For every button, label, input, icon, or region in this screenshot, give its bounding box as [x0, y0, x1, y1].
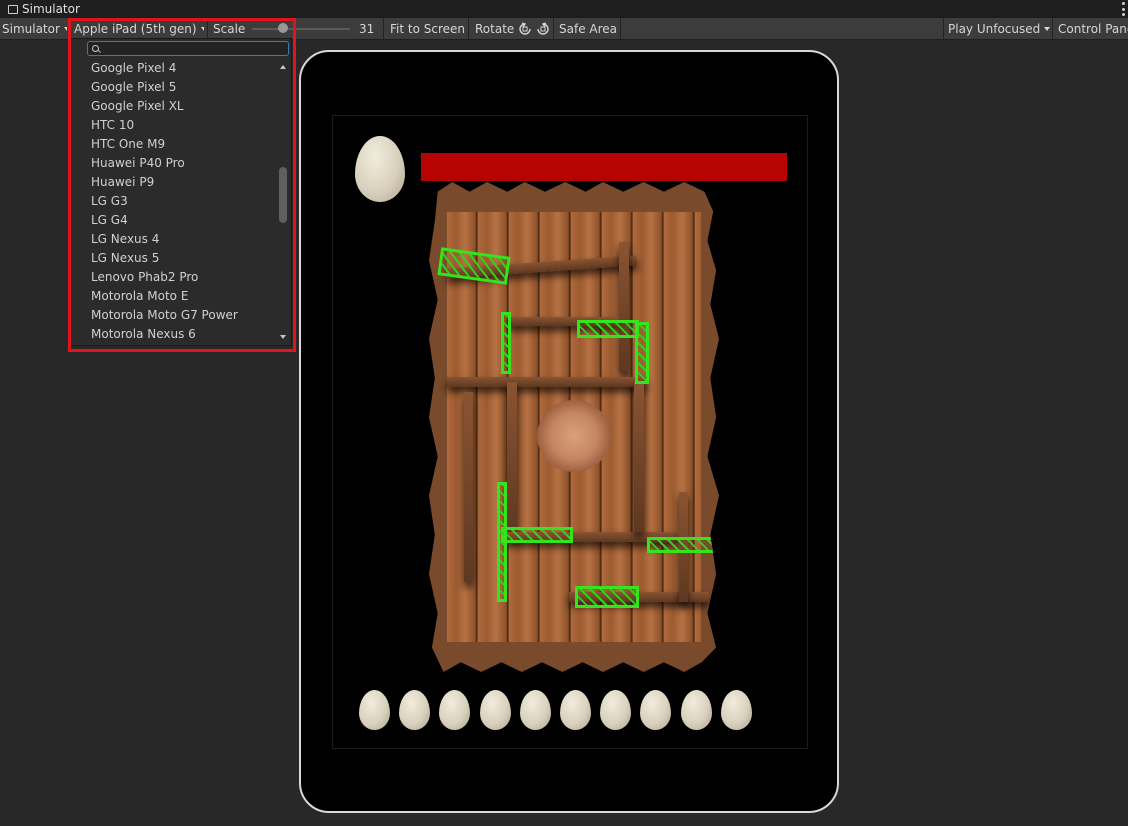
egg-icon	[680, 690, 712, 730]
rotate-left-icon	[519, 21, 531, 35]
play-mode-label: Play Unfocused	[948, 21, 1041, 36]
window-menu-icon[interactable]	[1122, 2, 1125, 16]
scroll-down-icon[interactable]	[280, 335, 286, 339]
green-platform	[635, 322, 649, 384]
egg-icon	[359, 690, 390, 730]
device-list-item[interactable]: Huawei P9	[71, 173, 276, 192]
maze-wall	[634, 382, 644, 532]
device-list-item[interactable]: Google Pixel XL	[71, 97, 276, 116]
control-panel-button[interactable]: Control Panel	[1058, 18, 1128, 39]
device-dropdown-list: Google Pixel 4 Google Pixel 5 Google Pixel…	[70, 38, 292, 346]
device-list-scrollbar[interactable]	[277, 59, 290, 344]
device-list-item[interactable]: HTC One M9	[71, 135, 276, 154]
health-bar	[421, 153, 787, 181]
rotate-label: Rotate	[475, 21, 515, 36]
scroll-up-icon[interactable]	[280, 65, 286, 69]
egg-icon	[399, 690, 431, 730]
chevron-down-icon	[1044, 26, 1050, 31]
device-list-item[interactable]: LG G3	[71, 192, 276, 211]
green-platform	[497, 482, 507, 602]
green-platform	[647, 537, 715, 553]
safe-area-button[interactable]: Safe Area	[559, 18, 617, 39]
health-bar-fill	[421, 153, 787, 181]
maze-wall	[619, 242, 629, 372]
maze-wall	[464, 392, 473, 582]
device-list-item[interactable]: Motorola Moto E	[71, 287, 276, 306]
search-icon	[92, 45, 99, 52]
simulator-toolbar: Simulator Apple iPad (5th gen) Scale 31 …	[0, 18, 1128, 40]
scrollbar-thumb[interactable]	[279, 167, 287, 223]
wooden-maze-board[interactable]	[429, 182, 719, 672]
scale-slider-handle[interactable]	[277, 23, 288, 33]
simulator-window-icon	[8, 4, 18, 14]
maze-wall	[507, 382, 517, 537]
window-titlebar: Simulator	[0, 0, 1128, 18]
scale-slider-track[interactable]	[252, 28, 350, 30]
simulated-ipad-frame	[299, 50, 839, 813]
egg-icon	[720, 690, 752, 730]
rotate-right-button[interactable]	[536, 18, 550, 39]
device-list: Google Pixel 4 Google Pixel 5 Google Pixel…	[71, 59, 276, 344]
device-dropdown[interactable]: Apple iPad (5th gen)	[74, 18, 204, 39]
view-mode-dropdown[interactable]: Simulator	[2, 18, 67, 39]
device-list-item[interactable]: LG G4	[71, 211, 276, 230]
scale-value[interactable]: 31	[359, 18, 374, 39]
green-platform	[501, 312, 511, 374]
green-platform	[577, 320, 639, 338]
device-list-item[interactable]: Motorola Moto G7 Power	[71, 306, 276, 325]
device-list-item[interactable]: LG Nexus 5	[71, 249, 276, 268]
maze-wall	[447, 377, 647, 387]
rotate-right-icon	[537, 21, 549, 35]
egg-icon	[519, 690, 551, 730]
device-search-field[interactable]	[87, 41, 289, 56]
nest-goal	[537, 400, 611, 472]
green-platform	[575, 586, 639, 608]
rotate-left-button[interactable]	[518, 18, 532, 39]
window-title: Simulator	[22, 2, 80, 16]
green-platform	[501, 527, 573, 543]
game-viewport[interactable]	[332, 115, 808, 749]
chevron-down-icon	[200, 26, 204, 31]
view-mode-label: Simulator	[2, 21, 60, 36]
device-list-item[interactable]: Google Pixel 4	[71, 59, 276, 78]
egg-icon	[560, 690, 591, 730]
device-list-item[interactable]: Huawei P40 Pro	[71, 154, 276, 173]
chevron-down-icon	[63, 26, 67, 31]
device-list-item[interactable]: Motorola Nexus 6	[71, 325, 276, 344]
egg-icon	[439, 690, 471, 730]
egg-icon	[600, 690, 632, 730]
play-mode-dropdown[interactable]: Play Unfocused	[948, 18, 1050, 39]
scale-label: Scale	[213, 21, 246, 36]
egg-icon	[640, 690, 672, 730]
device-label: Apple iPad (5th gen)	[74, 21, 197, 36]
fit-to-screen-button[interactable]: Fit to Screen	[390, 18, 465, 39]
device-list-item[interactable]: Google Pixel 5	[71, 78, 276, 97]
egg-lives-icon	[355, 136, 405, 202]
device-list-item[interactable]: Lenovo Phab2 Pro	[71, 268, 276, 287]
device-list-item[interactable]: LG Nexus 4	[71, 230, 276, 249]
device-list-item[interactable]: HTC 10	[71, 116, 276, 135]
device-search-input[interactable]	[102, 42, 282, 55]
egg-icon	[479, 690, 511, 730]
